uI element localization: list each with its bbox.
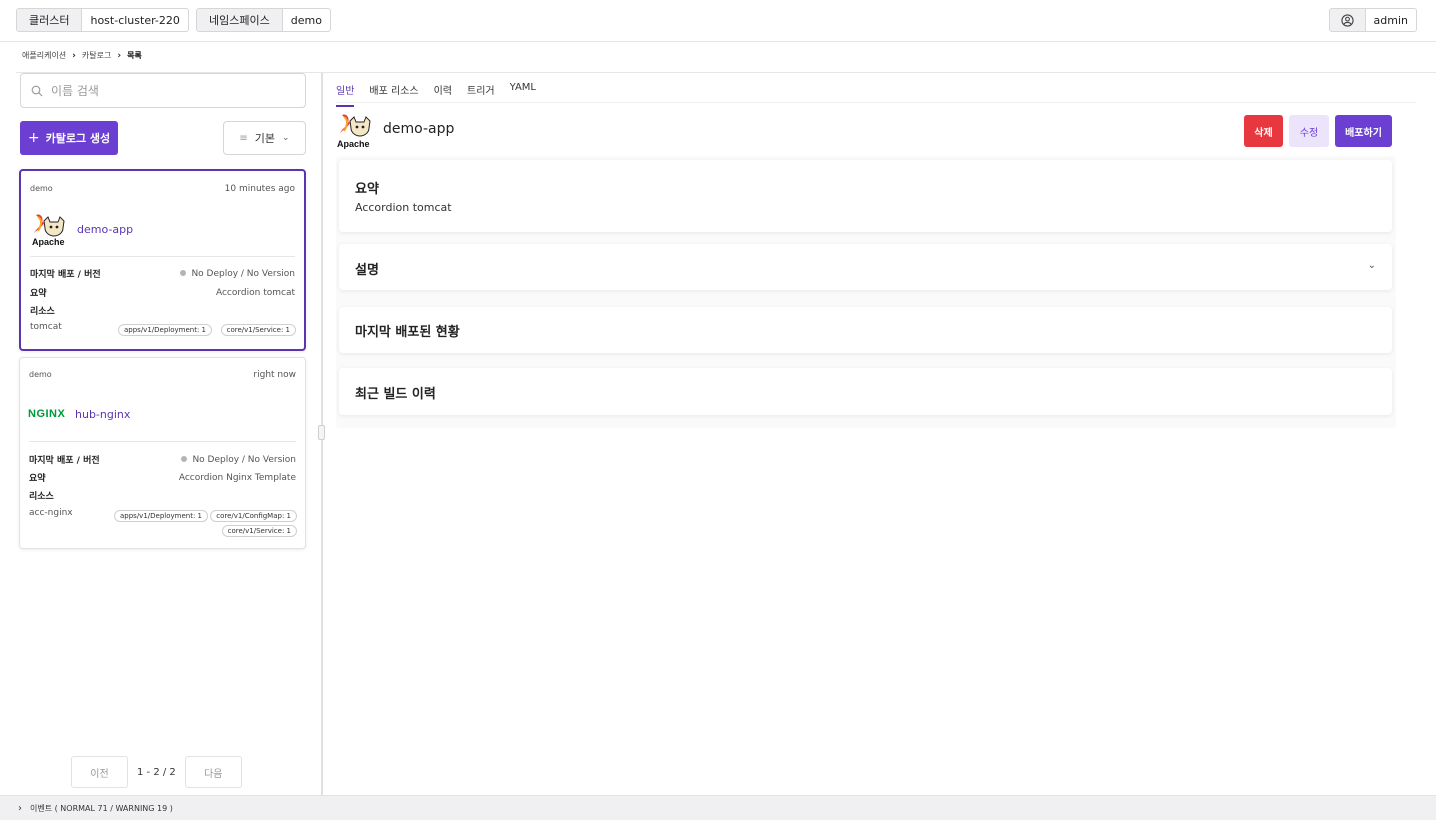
apache-tomcat-logo: Apache bbox=[30, 211, 70, 247]
deploy-value: No Deploy / No Version bbox=[191, 268, 295, 279]
sort-icon: ≡ bbox=[239, 132, 248, 144]
deploy-row: 마지막 배포 / 버전 No Deploy / No Version bbox=[30, 267, 295, 281]
breadcrumb: 애플리케이션 › 카탈로그 › 목록 bbox=[22, 50, 142, 61]
resource-name: tomcat bbox=[30, 322, 62, 332]
chevron-right-icon: › bbox=[117, 50, 122, 61]
catalog-list-panel: + 카탈로그 생성 ≡ 기본 ⌄ demo 10 minutes ago Apa… bbox=[0, 73, 322, 795]
resource-pill: core/v1/Service: 1 bbox=[220, 324, 296, 336]
svg-text:Apache: Apache bbox=[32, 237, 65, 247]
namespace-selector[interactable]: 네임스페이스 demo bbox=[196, 8, 331, 32]
resource-pill: core/v1/ConfigMap: 1 bbox=[210, 510, 297, 522]
card-time: right now bbox=[253, 370, 296, 380]
deploy-label: 마지막 배포 / 버전 bbox=[29, 456, 100, 466]
card-time: 10 minutes ago bbox=[224, 184, 295, 194]
search-icon bbox=[31, 85, 43, 96]
user-menu[interactable]: admin bbox=[1328, 8, 1417, 32]
section-body: Accordion tomcat bbox=[355, 201, 452, 214]
deploy-button[interactable]: 배포하기 bbox=[1335, 115, 1392, 147]
resize-handle[interactable] bbox=[318, 425, 325, 440]
section-heading: 설명 bbox=[355, 263, 379, 278]
section-heading: 최근 빌드 이력 bbox=[355, 387, 436, 402]
card-title[interactable]: hub-nginx bbox=[75, 408, 130, 421]
section-heading: 요약 bbox=[355, 182, 379, 197]
chevron-right-icon: › bbox=[18, 802, 22, 814]
summary-label: 요약 bbox=[29, 474, 46, 484]
apache-tomcat-logo: Apache bbox=[336, 111, 376, 152]
next-page-button[interactable]: 다음 bbox=[184, 756, 242, 788]
user-name: admin bbox=[1373, 13, 1408, 27]
summary-value: Accordion tomcat bbox=[215, 287, 295, 298]
deploy-label: 마지막 배포 / 버전 bbox=[30, 270, 101, 280]
search-box[interactable] bbox=[20, 73, 306, 108]
tab-deploy-resources[interactable]: 배포 리소스 bbox=[369, 82, 418, 107]
resource-pill: apps/v1/Deployment: 1 bbox=[118, 324, 212, 336]
summary-section: 요약 Accordion tomcat bbox=[339, 160, 1392, 232]
resources-label: 리소스 bbox=[29, 492, 54, 502]
tab-general[interactable]: 일반 bbox=[336, 82, 355, 107]
tab-trigger[interactable]: 트리거 bbox=[467, 82, 495, 107]
breadcrumb-item-catalog[interactable]: 카탈로그 bbox=[82, 50, 111, 61]
cluster-label: 클러스터 bbox=[17, 9, 83, 31]
tab-yaml[interactable]: YAML bbox=[510, 82, 536, 107]
create-catalog-button[interactable]: + 카탈로그 생성 bbox=[20, 121, 118, 155]
top-bar: 클러스터 host-cluster-220 네임스페이스 demo admin bbox=[0, 0, 1436, 42]
summary-row: 요약 Accordion Nginx Template bbox=[29, 471, 296, 485]
divider bbox=[29, 441, 296, 442]
card-title[interactable]: demo-app bbox=[77, 223, 133, 236]
page-title: demo-app bbox=[383, 121, 455, 137]
chevron-down-icon[interactable]: ⌄ bbox=[1368, 260, 1376, 271]
summary-label: 요약 bbox=[30, 289, 47, 299]
catalog-card-demo-app[interactable]: demo 10 minutes ago Apache demo-app 마지막 … bbox=[19, 169, 306, 351]
description-section[interactable]: 설명 ⌄ bbox=[339, 244, 1392, 290]
cluster-selector[interactable]: 클러스터 host-cluster-220 bbox=[16, 8, 189, 32]
tab-history[interactable]: 이력 bbox=[434, 82, 452, 107]
resources-label: 리소스 bbox=[30, 307, 55, 317]
prev-page-button[interactable]: 이전 bbox=[71, 756, 128, 788]
delete-button[interactable]: 삭제 bbox=[1244, 115, 1283, 147]
namespace-value: demo bbox=[290, 13, 322, 27]
breadcrumb-item-applications[interactable]: 애플리케이션 bbox=[22, 50, 66, 61]
card-namespace: demo bbox=[29, 370, 52, 379]
divider bbox=[336, 102, 1416, 103]
resource-name: acc-nginx bbox=[29, 508, 73, 518]
events-bar[interactable]: › 이벤트 ( NORMAL 71 / WARNING 19 ) bbox=[0, 795, 1436, 820]
recent-build-section: 최근 빌드 이력 bbox=[339, 368, 1392, 415]
create-catalog-label: 카탈로그 생성 bbox=[45, 132, 111, 145]
sort-label: 기본 bbox=[254, 132, 276, 145]
resource-pill: apps/v1/Deployment: 1 bbox=[114, 510, 208, 522]
status-dot bbox=[180, 270, 187, 276]
resource-pill: core/v1/Service: 1 bbox=[221, 525, 297, 537]
plus-icon: + bbox=[27, 130, 40, 146]
resources-row: 리소스 bbox=[30, 304, 295, 317]
divider bbox=[30, 256, 295, 257]
svg-text:Apache: Apache bbox=[337, 139, 370, 149]
deploy-row: 마지막 배포 / 버전 No Deploy / No Version bbox=[29, 453, 296, 467]
status-dot bbox=[181, 456, 188, 462]
search-input[interactable] bbox=[51, 83, 271, 98]
catalog-card-hub-nginx[interactable]: demo right now NGINX hub-nginx 마지막 배포 / … bbox=[19, 357, 306, 549]
summary-value: Accordion Nginx Template bbox=[178, 472, 296, 483]
resources-row: 리소스 bbox=[29, 489, 296, 502]
user-circle-icon bbox=[1329, 9, 1366, 31]
nginx-logo: NGINX bbox=[28, 408, 66, 420]
deploy-value: No Deploy / No Version bbox=[192, 454, 296, 465]
cluster-value: host-cluster-220 bbox=[90, 13, 180, 27]
chevron-down-icon: ⌄ bbox=[282, 133, 290, 143]
edit-button[interactable]: 수정 bbox=[1289, 115, 1329, 147]
events-label: 이벤트 ( NORMAL 71 / WARNING 19 ) bbox=[30, 803, 173, 813]
chevron-right-icon: › bbox=[72, 50, 76, 61]
namespace-label: 네임스페이스 bbox=[197, 9, 283, 31]
sort-dropdown[interactable]: ≡ 기본 ⌄ bbox=[223, 121, 306, 155]
breadcrumb-item-list: 목록 bbox=[127, 51, 142, 60]
last-deploy-section: 마지막 배포된 현황 bbox=[339, 307, 1392, 353]
card-namespace: demo bbox=[30, 184, 53, 193]
detail-tabs: 일반 배포 리소스 이력 트리거 YAML bbox=[336, 82, 536, 107]
section-heading: 마지막 배포된 현황 bbox=[355, 325, 460, 340]
page-info: 1 - 2 / 2 bbox=[137, 766, 176, 778]
pagination: 이전 1 - 2 / 2 다음 bbox=[71, 756, 242, 788]
summary-row: 요약 Accordion tomcat bbox=[30, 286, 295, 300]
